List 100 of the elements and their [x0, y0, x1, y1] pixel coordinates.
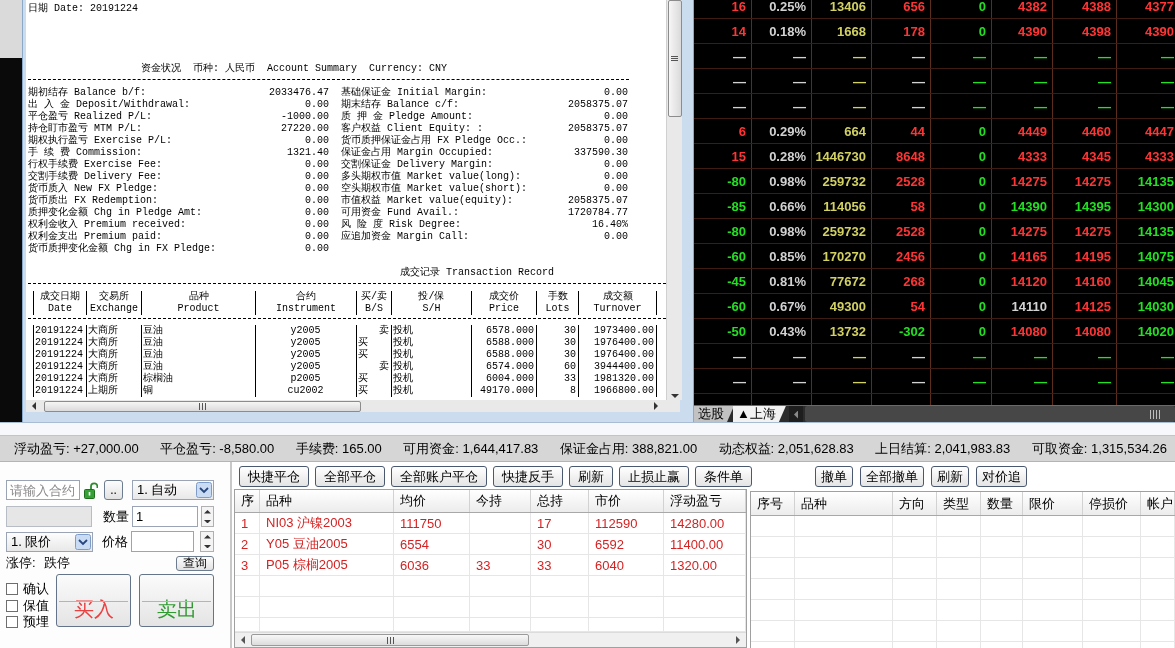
toolbar-button[interactable]: 全部撤单 [860, 466, 924, 487]
caret-up-icon [204, 510, 211, 514]
summary-label: 保证金占用 Margin Occupied: [341, 147, 495, 158]
scroll-left-button[interactable] [788, 406, 803, 422]
field-label: 数量 [103, 507, 129, 526]
quote-cell: 0 [978, 198, 986, 214]
toolbar-button[interactable]: 条件单 [695, 466, 752, 487]
quote-cell: 2456 [896, 248, 925, 264]
chevron-down-icon [75, 533, 92, 550]
table-cell-text: 投机 [393, 349, 413, 360]
column-header: 成交日期 [40, 291, 80, 303]
quote-cell: — [1161, 373, 1174, 389]
toolbar-button[interactable]: 刷新 [931, 466, 969, 487]
scrollbar-thumb[interactable] [667, 0, 682, 117]
column-subheader: B/S [365, 303, 383, 315]
quote-cell: — [1034, 73, 1047, 89]
quote-cell: 170270 [822, 248, 866, 264]
column-header: 停损价 [1089, 494, 1128, 513]
toolbar-button[interactable]: 刷新 [569, 466, 613, 487]
scrollbar-thumb[interactable] [44, 400, 361, 412]
quote-cell: — [1098, 98, 1111, 114]
caret-down-icon [670, 394, 679, 398]
mode-select[interactable]: 1. 自动 [132, 480, 214, 500]
table-cell: 1973400.00 [594, 325, 654, 337]
summary-value: 0.00 [305, 159, 329, 171]
browse-button[interactable]: .. [104, 480, 123, 500]
summary-label: 货币质入 New FX Pledge: [28, 183, 159, 194]
query-button[interactable]: 查询 [176, 555, 214, 571]
status-text: 可用资金: 1,644,417.83 [403, 439, 539, 458]
caret-left-icon [793, 409, 799, 419]
scrollbar[interactable] [235, 632, 746, 647]
table-cell: 33 [564, 373, 576, 385]
summary-label: 风 险 度 Risk Degree: [341, 219, 462, 230]
table-cell: 60 [564, 361, 576, 373]
quote-cell: -80 [727, 223, 746, 239]
quote-cell: — [733, 73, 746, 89]
quote-cell: 259732 [822, 223, 866, 239]
table-cell: 20191224 [35, 337, 83, 349]
table-cell: y2005 [290, 337, 321, 349]
table-cell: 上期所 [88, 385, 118, 397]
quote-cell: — [1034, 48, 1047, 64]
quote-cell: 259732 [822, 173, 866, 189]
table-cell-text: 投机 [393, 337, 413, 348]
quote-cell: -50 [727, 323, 746, 339]
summary-label: 持仓盯市盈亏 MTM P/L: [28, 123, 143, 134]
scrollbar-thumb[interactable] [804, 406, 1175, 422]
checkbox[interactable] [6, 583, 18, 596]
quote-cell: -302 [898, 323, 925, 339]
column-header: 均价 [400, 492, 426, 510]
summary-label: 出 入 金 Deposit/Withdrawal: [28, 99, 192, 111]
toolbar-button[interactable]: 止损止赢 [619, 466, 689, 487]
table-cell: Y05 豆油2005 [266, 535, 348, 553]
summary-label: 手 续 费 Commission: [28, 147, 143, 158]
quote-cell: 4345 [1082, 148, 1111, 164]
toolbar-button[interactable]: 快捷反手 [493, 466, 563, 487]
quote-cell: — [1034, 373, 1047, 389]
table-cell-text: 大商所 [88, 337, 118, 348]
quote-cell: 0 [978, 23, 986, 39]
quote-cell: — [1161, 98, 1174, 114]
checkbox[interactable] [6, 616, 18, 629]
caret-right-icon [654, 402, 658, 410]
checkbox[interactable] [6, 599, 18, 612]
quote-cell: 0.18% [769, 23, 806, 39]
summary-label: 质押变化金额 Chg in Pledge Amt: [28, 207, 204, 219]
quote-cell: 4333 [1018, 148, 1047, 164]
scrollbar[interactable] [666, 0, 682, 400]
quote-cell: — [1161, 73, 1174, 89]
spinner[interactable] [200, 531, 214, 552]
toolbar-button[interactable]: 撤单 [815, 466, 853, 487]
spinner[interactable] [201, 506, 214, 527]
column-header: 手数 [547, 291, 568, 303]
price-type-select[interactable]: 1. 限价 [6, 531, 94, 552]
toolbar-button[interactable]: 快捷平仓 [239, 466, 309, 487]
column-header: 成交额 [602, 291, 633, 303]
board-tab[interactable]: 选股 [694, 406, 734, 422]
table-cell: 6004.000 [486, 373, 534, 385]
quote-cell: — [1098, 73, 1111, 89]
scrollbar-thumb[interactable] [251, 634, 529, 646]
summary-label: 基础保证金 Initial Margin: [341, 87, 488, 98]
table-cell: 112590 [595, 515, 638, 531]
quote-cell: 14160 [1074, 273, 1111, 289]
table-cell: 6040 [595, 557, 624, 573]
table-cell: 30 [564, 349, 576, 361]
status-text: 平仓盈亏: -8,580.00 [160, 439, 275, 458]
toolbar-button[interactable]: 对价追 [976, 466, 1027, 487]
table-cell: 棕榈油 [143, 373, 173, 385]
column-header: 市价 [595, 492, 621, 510]
board-tab[interactable]: ▲上海 [733, 406, 786, 422]
table-cell: 30 [564, 337, 576, 349]
price-input[interactable] [131, 531, 195, 552]
contract-input[interactable]: 请输入合约 [6, 480, 80, 500]
column-subheader: Exchange [90, 303, 138, 315]
quantity-input[interactable]: 1 [132, 506, 198, 527]
toolbar-button[interactable]: 全部平仓 [315, 466, 385, 487]
padlock-icon[interactable] [84, 481, 98, 499]
quote-cell: 1668 [837, 23, 866, 39]
quote-cell: 4449 [1018, 123, 1047, 139]
table-cell: 1981320.00 [594, 373, 654, 385]
toolbar-button[interactable]: 全部账户平仓 [391, 466, 487, 487]
summary-label: 多头期权市值 Market value(long): [341, 171, 523, 182]
